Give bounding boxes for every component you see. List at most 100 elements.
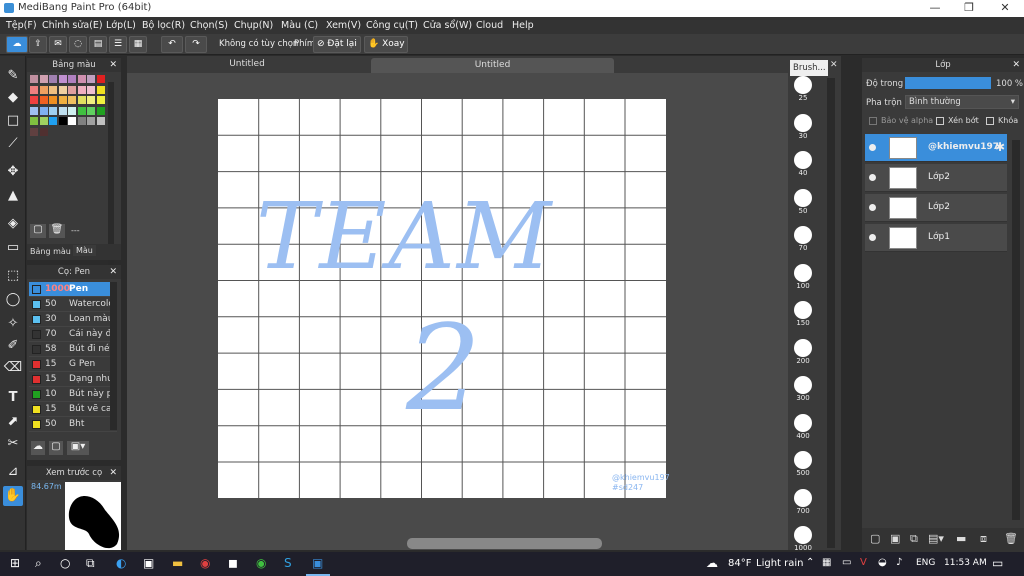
- menu-cloud[interactable]: Cloud: [476, 20, 503, 31]
- color-swatch[interactable]: [58, 85, 67, 94]
- bucket-tool-icon[interactable]: ◈: [3, 214, 23, 234]
- brush-list-scrollbar[interactable]: [110, 282, 117, 430]
- panel-close-icon[interactable]: ✕: [1012, 58, 1020, 72]
- color-swatch[interactable]: [49, 85, 57, 94]
- cortana-icon[interactable]: ○: [60, 556, 70, 570]
- line-tool-icon[interactable]: ⟋: [3, 134, 23, 154]
- color-swatch[interactable]: [68, 117, 76, 125]
- list-icon[interactable]: ☰: [109, 36, 127, 53]
- folder-icon[interactable]: ▬: [956, 532, 966, 545]
- layer-settings-icon[interactable]: ⧈: [980, 532, 987, 546]
- color-swatch[interactable]: [49, 117, 57, 125]
- color-swatch[interactable]: [39, 127, 48, 136]
- color-swatch[interactable]: [49, 106, 57, 115]
- select-eraser-tool-icon[interactable]: ⌫: [3, 358, 23, 378]
- select-rect-tool-icon[interactable]: ⬚: [3, 266, 23, 286]
- color-swatch[interactable]: [39, 96, 48, 104]
- tab-untitled-1[interactable]: Untitled: [127, 56, 367, 73]
- layer-scrollbar[interactable]: [1012, 140, 1020, 520]
- color-swatch[interactable]: [96, 75, 105, 83]
- grid-icon[interactable]: ▦: [129, 36, 147, 53]
- delete-layer-icon[interactable]: 🗑: [1004, 532, 1018, 545]
- move-tool-icon[interactable]: ✥: [3, 162, 23, 182]
- brush-item[interactable]: 15 Bút vẽ ca: [29, 402, 117, 417]
- brush-item[interactable]: 10 Bút này p: [29, 387, 117, 402]
- chrome-icon[interactable]: ◉: [200, 556, 210, 570]
- brush-size-preset[interactable]: 40: [792, 151, 814, 177]
- color-swatch[interactable]: [49, 96, 57, 104]
- brush-size-preset[interactable]: 200: [792, 338, 814, 365]
- color-swatch[interactable]: [39, 106, 48, 115]
- color-swatch[interactable]: [30, 96, 38, 104]
- rectangle-tool-icon[interactable]: □: [3, 111, 23, 131]
- menu-select[interactable]: Chọn(S): [190, 20, 228, 31]
- brush-item[interactable]: 58 Bút đi nét: [29, 342, 117, 357]
- color-swatch[interactable]: [30, 127, 38, 136]
- menu-capture[interactable]: Chụp(N): [234, 20, 273, 31]
- layer-menu-icon[interactable]: ▤▾: [928, 532, 944, 545]
- brush-item[interactable]: 50 Bht: [29, 417, 117, 432]
- explorer-icon[interactable]: ▬: [172, 556, 183, 570]
- divide-tool-icon[interactable]: ✂: [3, 434, 23, 454]
- eye-icon[interactable]: [869, 234, 876, 241]
- color-swatch[interactable]: [77, 75, 86, 83]
- brush-size-preset[interactable]: 70: [792, 226, 814, 252]
- menu-edit[interactable]: Chỉnh sửa(E): [42, 20, 103, 31]
- windows-start-icon[interactable]: ⊞: [10, 556, 20, 570]
- brush-window-close-icon[interactable]: ✕: [830, 60, 838, 70]
- store-icon[interactable]: ▣: [143, 556, 154, 570]
- rotate-button[interactable]: ✋ Xoay: [364, 36, 408, 53]
- color-swatch[interactable]: [96, 85, 105, 94]
- color-swatch[interactable]: [39, 85, 48, 94]
- clock[interactable]: 11:53 AM: [944, 558, 987, 568]
- color-swatch[interactable]: [30, 106, 38, 115]
- panel-close-icon[interactable]: ✕: [109, 265, 117, 279]
- layer-row[interactable]: @khiemvu197 ✱: [865, 134, 1007, 162]
- tab-untitled-2[interactable]: Untitled: [371, 58, 614, 73]
- brush-size-preset[interactable]: 500: [792, 451, 814, 477]
- color-swatch[interactable]: [77, 85, 86, 94]
- layer-row[interactable]: Lớp2: [865, 194, 1007, 222]
- task-view-icon[interactable]: ⧉: [86, 556, 95, 571]
- redo-icon[interactable]: ↷: [185, 36, 207, 53]
- color-swatch[interactable]: [77, 117, 86, 125]
- clip-checkbox[interactable]: [936, 117, 944, 125]
- color-swatch[interactable]: [96, 117, 105, 125]
- layer-row[interactable]: Lớp1: [865, 224, 1007, 252]
- speech-icon[interactable]: ◌: [69, 36, 87, 53]
- trash-icon[interactable]: 🗑: [49, 224, 65, 238]
- comment-icon[interactable]: ✉: [49, 36, 67, 53]
- brush-item[interactable]: 50 Watercolor: [29, 297, 117, 312]
- lock-checkbox[interactable]: [986, 117, 994, 125]
- fill-tool-icon[interactable]: ▲: [3, 186, 23, 206]
- brush-size-scrollbar[interactable]: [827, 78, 835, 548]
- brush-size-preset[interactable]: 25: [792, 76, 814, 102]
- menu-window[interactable]: Cửa sổ(W): [423, 20, 472, 31]
- menu-tools[interactable]: Công cụ(T): [366, 20, 418, 31]
- cloud-icon[interactable]: ☁: [6, 36, 28, 53]
- color-swatch[interactable]: [30, 75, 38, 83]
- opacity-slider[interactable]: [905, 77, 991, 89]
- add-brush-icon[interactable]: ▢: [49, 441, 63, 455]
- color-swatch[interactable]: [58, 75, 67, 83]
- color-swatch[interactable]: [87, 96, 95, 104]
- color-swatch[interactable]: [58, 96, 67, 104]
- medibang-taskbar-icon[interactable]: ▣: [312, 556, 323, 570]
- battery-icon[interactable]: ▭: [842, 557, 851, 568]
- brush-size-preset[interactable]: 700: [792, 488, 814, 515]
- eraser-tool-icon[interactable]: ◆: [3, 88, 23, 108]
- weather-desc[interactable]: Light rain: [756, 558, 804, 569]
- tray-icon-1[interactable]: ▦: [822, 557, 831, 568]
- undo-icon[interactable]: ↶: [161, 36, 183, 53]
- brush-size-preset[interactable]: 50: [792, 188, 814, 215]
- drawing-canvas[interactable]: TEAM 2 @khiemvu197 #sd247: [218, 99, 670, 498]
- lasso-tool-icon[interactable]: ◯: [3, 290, 23, 310]
- brush-item[interactable]: 70 Cái này để: [29, 327, 117, 342]
- color-swatch[interactable]: [30, 85, 38, 94]
- chevron-up-icon[interactable]: ⌃: [806, 557, 814, 568]
- tab-palette[interactable]: Bảng màu: [30, 247, 71, 256]
- brush-size-preset[interactable]: 400: [792, 413, 814, 440]
- weather-temp[interactable]: 84°F: [728, 558, 751, 569]
- brush-item[interactable]: 1000 Pen: [29, 282, 117, 297]
- brush-item[interactable]: 30 Loan màu: [29, 312, 117, 327]
